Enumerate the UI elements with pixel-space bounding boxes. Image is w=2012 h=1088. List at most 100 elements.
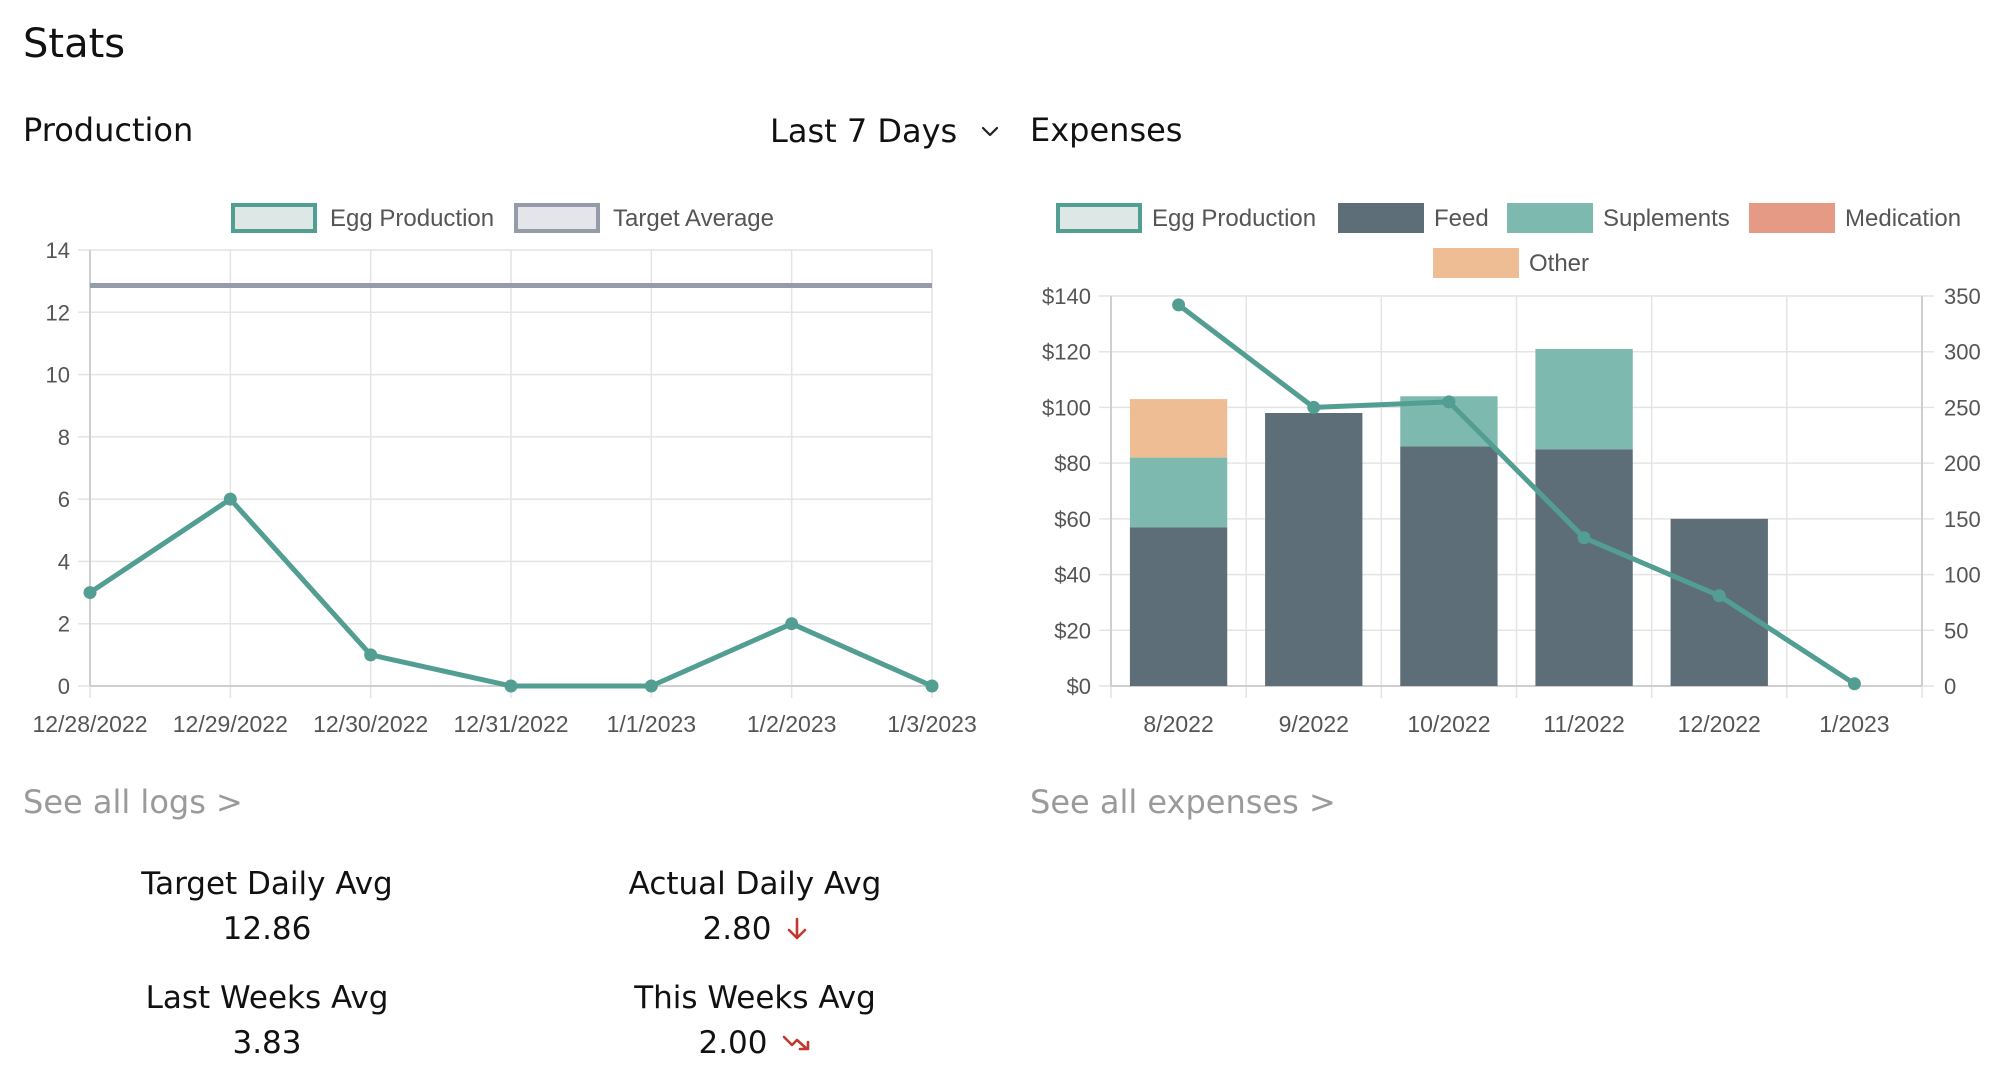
arrow-down-icon — [786, 917, 808, 941]
x-tick-label: 12/28/2022 — [32, 711, 147, 737]
y-tick-label: 10 — [46, 363, 70, 388]
stat-this-weeks-avg: This Weeks Avg 2.00 — [555, 976, 955, 1066]
legend-swatch — [514, 203, 600, 233]
stat-value-row: 2.00 — [698, 1020, 811, 1066]
y-tick-label: $40 — [1054, 563, 1091, 588]
data-point — [364, 648, 378, 662]
y2-tick-label: 200 — [1944, 451, 1981, 476]
expenses-chart: Egg Production Feed Suplements Medication Ot… — [1042, 203, 1981, 737]
x-tick-label: 10/2022 — [1407, 711, 1490, 737]
legend-label: Medication — [1845, 205, 1961, 232]
x-tick-label: 12/30/2022 — [313, 711, 428, 737]
page-title: Stats — [23, 21, 126, 67]
feed-bar — [1535, 449, 1633, 686]
y-tick-label: $60 — [1054, 507, 1091, 532]
data-point — [223, 492, 237, 506]
data-point — [83, 586, 97, 600]
y2-tick-label: 0 — [1944, 674, 1956, 699]
stat-value-row: 12.86 — [223, 906, 312, 952]
data-point — [925, 679, 939, 693]
y-tick-label: $20 — [1054, 618, 1091, 643]
date-range-value: Last 7 Days — [770, 112, 958, 150]
data-point — [1172, 298, 1186, 312]
legend-swatch — [1338, 203, 1424, 233]
data-point — [785, 617, 799, 631]
y-tick-label: 8 — [58, 425, 70, 450]
data-point — [1577, 531, 1591, 545]
feed-bar — [1400, 446, 1498, 686]
feed-bar — [1265, 413, 1363, 686]
x-tick-label: 1/3/2023 — [887, 711, 977, 737]
legend-swatch — [1749, 203, 1835, 233]
trending-down-icon — [782, 1033, 812, 1053]
chevron-down-icon — [982, 126, 999, 137]
y2-tick-label: 350 — [1944, 284, 1981, 309]
stat-target-daily-avg: Target Daily Avg 12.86 — [67, 862, 467, 952]
suplements-bar — [1535, 348, 1633, 450]
y-tick-label: 2 — [58, 612, 70, 637]
date-range-select[interactable]: Last 7 Days — [770, 108, 1001, 154]
stat-label: This Weeks Avg — [634, 980, 876, 1016]
x-tick-label: 12/29/2022 — [173, 711, 288, 737]
expenses-title: Expenses — [1030, 111, 1183, 149]
y2-tick-label: 100 — [1944, 563, 1981, 588]
legend-label: Other — [1529, 250, 1589, 277]
y2-tick-label: 250 — [1944, 395, 1981, 420]
data-point — [504, 679, 518, 693]
x-tick-label: 1/2023 — [1819, 711, 1889, 737]
legend-swatch — [1507, 203, 1593, 233]
see-all-logs-link[interactable]: See all logs > — [23, 780, 243, 824]
data-point — [644, 679, 658, 693]
stat-label: Last Weeks Avg — [145, 980, 389, 1016]
legend-label: Feed — [1434, 205, 1489, 232]
feed-bar — [1670, 518, 1768, 686]
stat-actual-daily-avg: Actual Daily Avg 2.80 — [555, 862, 955, 952]
suplements-bar — [1129, 457, 1228, 528]
other-bar — [1129, 399, 1228, 458]
x-tick-label: 1/1/2023 — [607, 711, 697, 737]
y-tick-label: 0 — [58, 674, 70, 699]
y2-tick-label: 50 — [1944, 618, 1968, 643]
y2-tick-label: 150 — [1944, 507, 1981, 532]
data-point — [1847, 677, 1861, 691]
stat-value: 2.80 — [702, 911, 772, 947]
production-chart: Egg Production Target Average 0 2 4 6 8 10 12 14 1… — [32, 203, 977, 737]
y-tick-label: $120 — [1042, 340, 1091, 365]
y-tick-label: 4 — [58, 549, 70, 574]
x-tick-label: 12/31/2022 — [453, 711, 568, 737]
data-point — [1712, 589, 1726, 603]
stat-value: 2.00 — [698, 1025, 768, 1061]
legend-label: Egg Production — [1152, 205, 1316, 232]
legend-swatch — [231, 203, 317, 233]
legend-label: Suplements — [1603, 205, 1730, 232]
stat-value: 12.86 — [222, 911, 312, 947]
y-tick-label: $100 — [1042, 395, 1091, 420]
stat-value-row: 2.80 — [702, 906, 807, 952]
stat-label: Target Daily Avg — [141, 866, 393, 902]
y-tick-label: 6 — [58, 487, 70, 512]
production-title: Production — [23, 111, 194, 149]
data-point — [1307, 400, 1321, 414]
stat-label: Actual Daily Avg — [628, 866, 882, 902]
stat-last-weeks-avg: Last Weeks Avg 3.83 — [67, 976, 467, 1066]
stat-value: 3.83 — [232, 1025, 302, 1061]
y-tick-label: 14 — [46, 238, 70, 263]
legend-swatch — [1056, 203, 1142, 233]
y-tick-label: $0 — [1067, 674, 1091, 699]
data-point — [1442, 395, 1456, 409]
legend-label: Target Average — [613, 205, 774, 232]
legend-swatch — [1433, 248, 1519, 278]
x-tick-label: 11/2022 — [1543, 711, 1624, 737]
y2-tick-label: 300 — [1944, 340, 1981, 365]
x-tick-label: 9/2022 — [1279, 711, 1349, 737]
y-tick-label: 12 — [46, 300, 70, 325]
x-tick-label: 1/2/2023 — [747, 711, 837, 737]
y-tick-label: $140 — [1042, 284, 1091, 309]
x-tick-label: 8/2022 — [1143, 711, 1213, 737]
feed-bar — [1129, 527, 1228, 686]
see-all-expenses-link[interactable]: See all expenses > — [1030, 780, 1336, 824]
y-tick-label: $80 — [1054, 451, 1091, 476]
legend-label: Egg Production — [330, 205, 494, 232]
stat-value-row: 3.83 — [232, 1020, 301, 1066]
x-tick-label: 12/2022 — [1678, 711, 1761, 737]
